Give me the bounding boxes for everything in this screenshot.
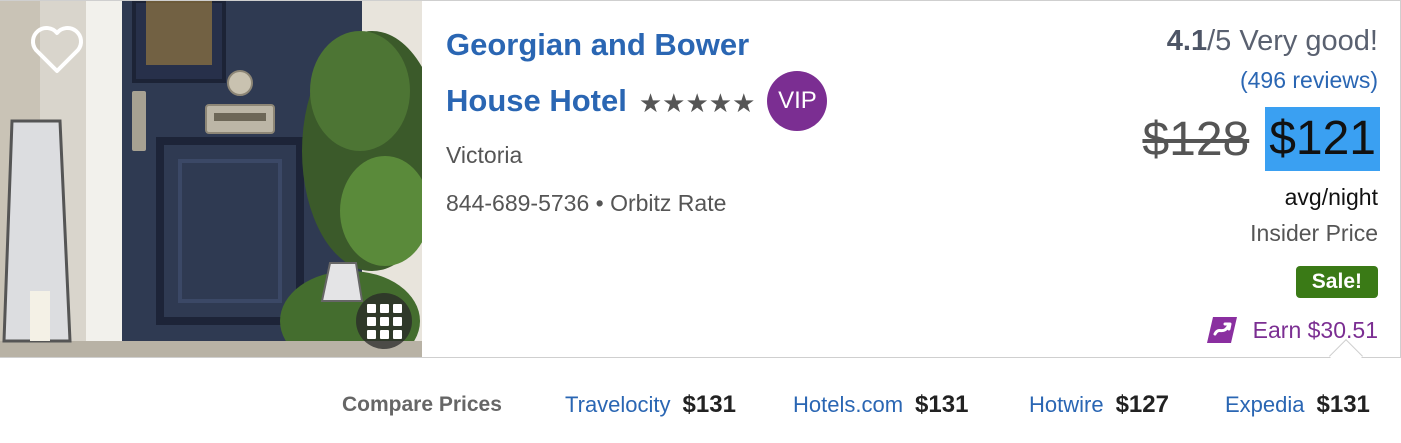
earn-amount: Earn $30.51 bbox=[1252, 316, 1378, 343]
site-name[interactable]: Expedia bbox=[1225, 392, 1305, 418]
heart-icon bbox=[31, 26, 83, 73]
rating-score: 4.1 bbox=[1166, 25, 1208, 57]
hotel-location: Victoria bbox=[446, 142, 523, 168]
site-name[interactable]: Travelocity bbox=[565, 392, 671, 418]
earn-rewards: Earn $30.51 bbox=[1205, 315, 1378, 345]
price-unit: avg/night bbox=[1284, 184, 1378, 210]
guest-rating: 4.1/5 Very good! bbox=[1167, 25, 1378, 58]
compare-site-travelocity[interactable]: Travelocity $131 bbox=[565, 391, 736, 419]
site-name[interactable]: Hotels.com bbox=[793, 392, 903, 418]
orbucks-icon bbox=[1206, 317, 1237, 343]
hotel-photo[interactable] bbox=[0, 1, 422, 358]
compare-site-expedia[interactable]: Expedia $131 bbox=[1225, 391, 1370, 419]
insider-price-label: Insider Price bbox=[1250, 220, 1378, 246]
sale-badge: Sale! bbox=[1295, 266, 1378, 298]
site-name[interactable]: Hotwire bbox=[1029, 392, 1104, 418]
vip-badge: VIP bbox=[767, 71, 828, 131]
site-price: $131 bbox=[682, 391, 736, 418]
rate-type: Orbitz Rate bbox=[610, 190, 727, 216]
separator: • bbox=[595, 190, 604, 216]
rating-scale: /5 Very good! bbox=[1207, 25, 1378, 57]
hotel-name-line2[interactable]: House Hotel bbox=[446, 75, 627, 127]
original-price: $128 bbox=[1142, 112, 1250, 166]
hotel-info: Georgian and Bower House Hotel ★★★★★ VIP bbox=[446, 19, 966, 131]
compare-prices-label: Compare Prices bbox=[342, 393, 502, 416]
current-price[interactable]: $121 bbox=[1265, 107, 1380, 171]
compare-site-hotels-com[interactable]: Hotels.com $131 bbox=[793, 391, 968, 419]
hotel-phone[interactable]: 844-689-5736 bbox=[446, 190, 589, 216]
compare-site-hotwire[interactable]: Hotwire $127 bbox=[1029, 391, 1169, 419]
price-row: $128 $121 bbox=[1142, 107, 1380, 171]
site-price: $131 bbox=[915, 391, 969, 418]
hotel-card[interactable]: Georgian and Bower House Hotel ★★★★★ VIP… bbox=[0, 0, 1401, 358]
grid-icon bbox=[366, 303, 402, 339]
phone-rate-line: 844-689-5736 • Orbitz Rate bbox=[446, 190, 726, 217]
site-price: $131 bbox=[1316, 391, 1370, 418]
star-rating: ★★★★★ bbox=[638, 87, 756, 118]
reviews-link[interactable]: (496 reviews) bbox=[1240, 67, 1378, 94]
hotel-name-line1[interactable]: Georgian and Bower bbox=[446, 19, 966, 71]
photo-gallery-button[interactable] bbox=[356, 293, 412, 349]
site-price: $127 bbox=[1115, 391, 1169, 418]
favorite-button[interactable] bbox=[30, 25, 84, 75]
